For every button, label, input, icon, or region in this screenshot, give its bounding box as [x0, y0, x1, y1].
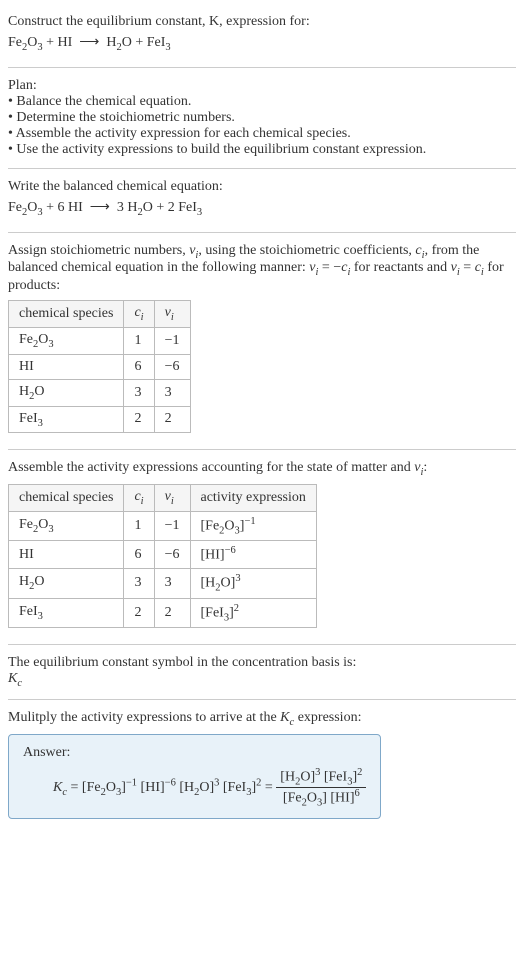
table-header-row: chemical species ci νi activity expressi…	[9, 485, 317, 512]
symbol-text: The equilibrium constant symbol in the c…	[8, 655, 516, 671]
plan-heading: Plan:	[8, 78, 516, 94]
divider	[8, 67, 516, 68]
plan-item: • Use the activity expressions to build …	[8, 142, 516, 158]
cell-v: 2	[154, 406, 190, 433]
table-row: FeI3 2 2 [FeI3]2	[9, 598, 317, 627]
divider	[8, 699, 516, 700]
table-row: HI 6 −6 [HI]−6	[9, 541, 317, 569]
multiply-text: Mulitply the activity expressions to arr…	[8, 710, 516, 728]
balanced-heading: Write the balanced chemical equation:	[8, 179, 516, 195]
col-ci: ci	[124, 301, 154, 328]
cell-species: FeI3	[9, 598, 124, 627]
col-species: chemical species	[9, 485, 124, 512]
answer-section: Mulitply the activity expressions to arr…	[8, 704, 516, 832]
intro-line: Construct the equilibrium constant, K, e…	[8, 14, 516, 30]
cell-species: Fe2O3	[9, 327, 124, 354]
col-vi: νi	[154, 485, 190, 512]
table-header-row: chemical species ci νi	[9, 301, 191, 328]
cell-c: 6	[124, 541, 154, 569]
balanced-equation: Fe2O3 + 6 HI ⟶ 3 H2O + 2 FeI3	[8, 199, 516, 218]
table-row: Fe2O3 1 −1	[9, 327, 191, 354]
cell-c: 2	[124, 406, 154, 433]
col-vi: νi	[154, 301, 190, 328]
plan-item: • Balance the chemical equation.	[8, 94, 516, 110]
stoich-section: Assign stoichiometric numbers, νi, using…	[8, 237, 516, 446]
plan-item: • Assemble the activity expression for e…	[8, 126, 516, 142]
cell-c: 3	[124, 379, 154, 406]
symbol-section: The equilibrium constant symbol in the c…	[8, 649, 516, 695]
answer-fraction: [H2O]3 [FeI3]2 [Fe2O3] [HI]6	[276, 767, 366, 809]
cell-c: 2	[124, 598, 154, 627]
cell-v: −1	[154, 511, 190, 540]
cell-c: 6	[124, 354, 154, 379]
table-row: FeI3 2 2	[9, 406, 191, 433]
cell-expr: [H2O]3	[190, 569, 316, 598]
col-activity: activity expression	[190, 485, 316, 512]
stoich-table: chemical species ci νi Fe2O3 1 −1 HI 6 −…	[8, 300, 191, 433]
table-row: H2O 3 3 [H2O]3	[9, 569, 317, 598]
cell-species: Fe2O3	[9, 511, 124, 540]
cell-expr: [FeI3]2	[190, 598, 316, 627]
answer-label: Answer:	[23, 745, 366, 761]
cell-c: 3	[124, 569, 154, 598]
plan-section: Plan: • Balance the chemical equation. •…	[8, 72, 516, 164]
col-ci: ci	[124, 485, 154, 512]
cell-v: 2	[154, 598, 190, 627]
col-species: chemical species	[9, 301, 124, 328]
cell-species: HI	[9, 354, 124, 379]
balanced-section: Write the balanced chemical equation: Fe…	[8, 173, 516, 228]
cell-v: 3	[154, 569, 190, 598]
cell-species: H2O	[9, 379, 124, 406]
stoich-text: Assign stoichiometric numbers, νi, using…	[8, 243, 516, 295]
cell-species: HI	[9, 541, 124, 569]
intro-section: Construct the equilibrium constant, K, e…	[8, 8, 516, 63]
intro-text: Construct the equilibrium constant, K, e…	[8, 14, 310, 29]
table-row: H2O 3 3	[9, 379, 191, 406]
divider	[8, 168, 516, 169]
divider	[8, 232, 516, 233]
cell-v: −6	[154, 541, 190, 569]
table-row: HI 6 −6	[9, 354, 191, 379]
cell-v: −6	[154, 354, 190, 379]
cell-v: −1	[154, 327, 190, 354]
activity-section: Assemble the activity expressions accoun…	[8, 454, 516, 640]
cell-expr: [Fe2O3]−1	[190, 511, 316, 540]
cell-species: FeI3	[9, 406, 124, 433]
cell-species: H2O	[9, 569, 124, 598]
cell-c: 1	[124, 511, 154, 540]
activity-text: Assemble the activity expressions accoun…	[8, 460, 516, 478]
fraction-denominator: [Fe2O3] [HI]6	[276, 788, 366, 808]
cell-expr: [HI]−6	[190, 541, 316, 569]
answer-expression: Kc = [Fe2O3]−1 [HI]−6 [H2O]3 [FeI3]2 = […	[23, 767, 366, 809]
fraction-numerator: [H2O]3 [FeI3]2	[276, 767, 366, 788]
divider	[8, 449, 516, 450]
cell-v: 3	[154, 379, 190, 406]
activity-table: chemical species ci νi activity expressi…	[8, 484, 317, 628]
intro-equation: Fe2O3 + HI ⟶ H2O + FeI3	[8, 34, 516, 53]
plan-item: • Determine the stoichiometric numbers.	[8, 110, 516, 126]
divider	[8, 644, 516, 645]
answer-box: Answer: Kc = [Fe2O3]−1 [HI]−6 [H2O]3 [Fe…	[8, 734, 381, 820]
table-row: Fe2O3 1 −1 [Fe2O3]−1	[9, 511, 317, 540]
symbol-value: Kc	[8, 671, 516, 689]
cell-c: 1	[124, 327, 154, 354]
